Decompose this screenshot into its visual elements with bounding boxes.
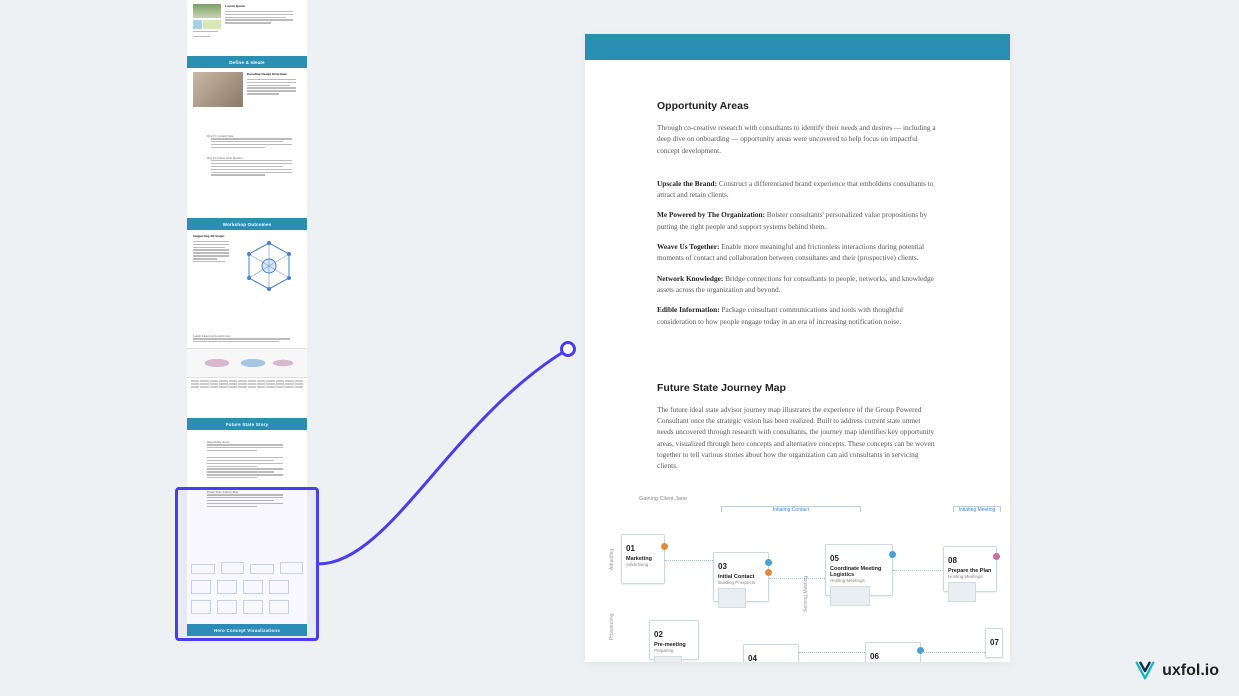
thumb-section-opportunity: Opportunity Areas Future State Journey M…	[187, 430, 307, 576]
badge-icon	[765, 559, 772, 566]
uxfolio-logo: uxfol.io	[1134, 660, 1219, 682]
thumb-heading-workshop: Workshop Outcomes	[187, 218, 307, 230]
connector-curve	[300, 340, 590, 630]
uxfolio-text: uxfol.io	[1162, 662, 1219, 680]
badge-icon	[661, 543, 668, 550]
opportunity-item: Me Powered by The Organization: Bolster …	[657, 209, 938, 232]
wave-chart-icon	[187, 348, 307, 378]
opportunity-item: Network Knowledge: Bridge connections fo…	[657, 273, 938, 296]
badge-icon	[889, 551, 896, 558]
side-label: Serving Meeting	[803, 576, 809, 612]
journey-map: Gaining Client Jane Intiating Contact In…	[603, 496, 992, 662]
journey-title: Future State Journey Map	[657, 382, 938, 394]
uxfolio-icon	[1134, 660, 1156, 682]
thumb-section-journey-cont	[187, 576, 307, 624]
opportunity-intro: Through co-creative research with consul…	[657, 122, 938, 156]
journey-card: 01 Marketing Advertising	[621, 534, 665, 584]
hexagon-diagram-icon	[237, 238, 301, 293]
journey-card: 02 Pre-meeting Preparing	[649, 620, 699, 660]
journey-intro: The future ideal state advisor journey m…	[657, 404, 938, 472]
journey-card: 07	[985, 628, 1003, 658]
badge-icon	[765, 569, 772, 576]
journey-toplabel: Gaining Client Jane	[639, 496, 992, 502]
thumb-heading-define: Define & Ideate	[187, 56, 307, 68]
opportunity-item: Weave Us Together: Enable more meaningfu…	[657, 241, 938, 264]
thumbnail-column: Lorem Ipsum Define & Ideate Decoding Des…	[187, 0, 307, 636]
journey-card: 08 Prepare the Plan Hosting Meetings	[943, 546, 997, 592]
thumb-section-hex: Supporting All Stages	[187, 230, 307, 330]
bracket-label: Intiating Meeting	[959, 507, 996, 513]
thumb-section-interview: Decoding Design Directions	[187, 68, 307, 130]
zoom-bluebar	[585, 34, 1010, 60]
thumb-section-days: Day 01: Current State Day 02: Future Sta…	[187, 130, 307, 218]
badge-icon	[993, 553, 1000, 560]
zoom-panel: Opportunity Areas Through co-creative re…	[585, 34, 1010, 662]
thumb-heading-hero: Hero Concept Visualizations	[187, 624, 307, 636]
opportunity-title: Opportunity Areas	[657, 100, 938, 112]
thumb-section-wave: Lorem Lines List Lorem Lives	[187, 330, 307, 418]
journey-card: 05 Coordinate Meeting Logistics Hosting …	[825, 544, 893, 596]
thumb-heading-future: Future State Story	[187, 418, 307, 430]
journey-card: 06 Discovery Meeting Hosting Meetings	[865, 642, 921, 662]
mini-table-icon	[187, 378, 307, 390]
side-label: Prospecting	[609, 614, 615, 640]
bracket-label: Intiating Contact	[773, 507, 809, 513]
journey-card: 03 Initial Contact Building Prospects	[713, 552, 769, 602]
opportunity-item: Edible Information: Package consultant c…	[657, 304, 938, 327]
journey-card: 04 Qualification Call Advising Prospect	[743, 644, 799, 662]
mini-heading: Supporting All Stages	[193, 234, 233, 239]
side-label: Attracting	[609, 549, 615, 570]
thumb-section-intro: Lorem Ipsum	[187, 0, 307, 56]
mini-heading: Decoding Design Directions	[247, 72, 301, 77]
opportunity-item: Upscale the Brand: Construct a different…	[657, 178, 938, 201]
